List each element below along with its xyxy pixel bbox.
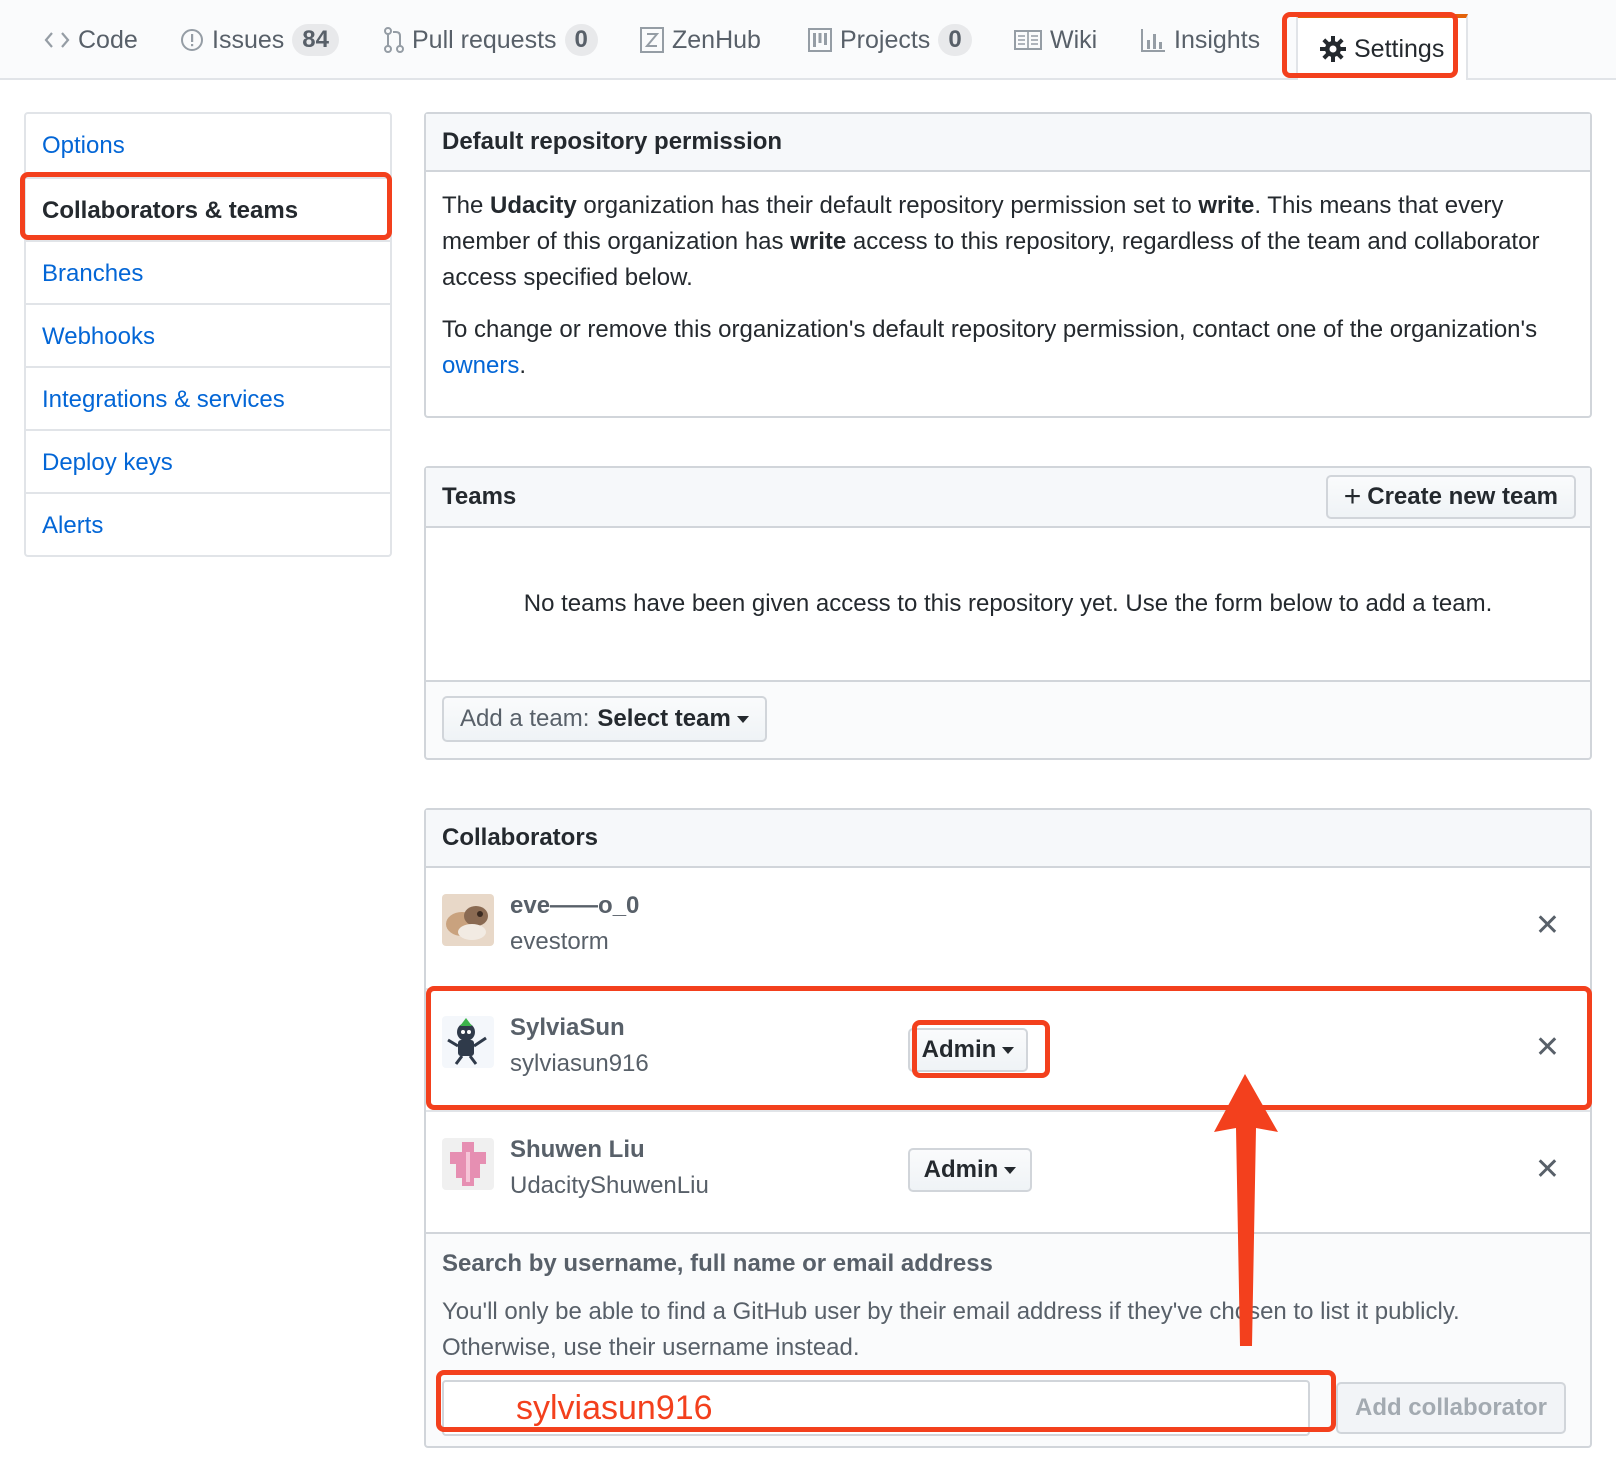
collaborators-box: Collaborators eve——o_0 evestorm ✕ Sylvia… [424, 808, 1592, 1448]
collaborator-login: UdacityShuwenLiu [510, 1172, 709, 1199]
search-help-text: You'll only be able to find a GitHub use… [442, 1298, 1460, 1361]
search-title: Search by username, full name or email a… [442, 1250, 993, 1277]
collaborator-row: SylviaSun sylviasun916 Admin ✕ [426, 990, 1590, 1112]
tab-wiki[interactable]: Wiki [1014, 0, 1097, 80]
zenhub-icon [640, 27, 664, 53]
caret-down-icon [1004, 1166, 1017, 1174]
avatar [442, 894, 494, 946]
contact-owners-paragraph: To change or remove this organization's … [442, 312, 1574, 384]
arrow-up-icon [1214, 1074, 1278, 1346]
tab-label: Projects [840, 25, 931, 54]
sidebar-item-collaborators-teams[interactable]: Collaborators & teams [26, 177, 390, 240]
add-collaborator-form: Search by username, full name or email a… [426, 1234, 1590, 1440]
issue-icon [180, 28, 204, 52]
sidebar-item-alerts[interactable]: Alerts [26, 492, 390, 555]
tab-insights[interactable]: Insights [1140, 0, 1260, 80]
collaborator-name: eve——o_0 [510, 892, 640, 919]
tab-code[interactable]: Code [44, 0, 138, 80]
role-dropdown[interactable]: Admin [908, 1028, 1028, 1072]
collaborator-login: sylviasun916 [510, 1050, 649, 1077]
role-label: Admin [921, 1036, 997, 1063]
plus-icon: + [1343, 480, 1362, 513]
repo-nav: Code Issues 84 Pull requests 0 ZenHub Pr… [0, 0, 1616, 80]
org-name: Udacity [490, 192, 577, 219]
project-icon [808, 28, 832, 52]
sidebar-item-options[interactable]: Options [26, 114, 390, 177]
issues-counter: 84 [292, 24, 339, 56]
default-permission-body: The Udacity organization has their defau… [426, 172, 1590, 400]
tab-pull-requests[interactable]: Pull requests 0 [384, 0, 598, 80]
avatar [442, 1138, 494, 1190]
teams-header: Teams + Create new team [426, 468, 1590, 528]
teams-empty-message: No teams have been given access to this … [426, 528, 1590, 682]
default-permission-box: Default repository permission The Udacit… [424, 112, 1592, 418]
remove-icon[interactable]: ✕ [1535, 1152, 1560, 1187]
role-label: Admin [923, 1156, 999, 1183]
pull-request-icon [384, 26, 404, 54]
select-team-dropdown[interactable]: Add a team: Select team [442, 696, 767, 742]
tab-zenhub[interactable]: ZenHub [640, 0, 761, 80]
text: The [442, 192, 491, 219]
collaborator-name: SylviaSun [510, 1014, 625, 1041]
tab-issues[interactable]: Issues 84 [180, 0, 339, 80]
sidebar-item-integrations-services[interactable]: Integrations & services [26, 366, 390, 429]
tab-projects[interactable]: Projects 0 [808, 0, 972, 80]
pull-requests-counter: 0 [564, 24, 598, 56]
text: To change or remove this organization's … [442, 316, 1538, 343]
text: organization has their default repositor… [576, 192, 1199, 219]
teams-box: Teams + Create new team No teams have be… [424, 466, 1592, 760]
create-new-team-button[interactable]: + Create new team [1325, 475, 1576, 519]
select-team-value: Select team [597, 705, 731, 732]
caret-down-icon [736, 715, 749, 723]
tab-label: Code [78, 25, 138, 54]
tab-label: ZenHub [672, 25, 761, 54]
default-permission-paragraph: The Udacity organization has their defau… [442, 188, 1574, 296]
collaborators-list: eve——o_0 evestorm ✕ SylviaSun sylviasun9… [426, 868, 1590, 1234]
search-row: sylviasun916 Add collaborator [442, 1380, 1574, 1440]
collaborators-title: Collaborators [426, 810, 1590, 868]
sidebar-item-branches[interactable]: Branches [26, 240, 390, 303]
role-dropdown[interactable]: Admin [908, 1148, 1032, 1192]
permission-level: write [1198, 192, 1255, 219]
default-permission-title: Default repository permission [426, 114, 1590, 172]
add-team-form: Add a team: Select team [426, 682, 1590, 756]
remove-icon[interactable]: ✕ [1535, 1030, 1560, 1065]
tab-settings[interactable]: Settings [1296, 14, 1469, 80]
button-label: Create new team [1367, 483, 1558, 510]
add-team-label: Add a team: [460, 705, 590, 732]
collaborator-login: evestorm [510, 928, 609, 955]
sidebar-item-deploy-keys[interactable]: Deploy keys [26, 429, 390, 492]
owners-link[interactable]: owners [442, 352, 519, 379]
teams-title: Teams [442, 483, 517, 510]
add-collaborator-button[interactable]: Add collaborator [1336, 1382, 1566, 1434]
tab-label: Wiki [1050, 25, 1098, 54]
code-icon [44, 30, 70, 50]
collaborator-name: Shuwen Liu [510, 1136, 645, 1163]
remove-icon[interactable]: ✕ [1535, 908, 1560, 943]
search-input[interactable]: sylviasun916 [442, 1380, 1310, 1436]
graph-icon [1140, 28, 1166, 52]
tab-label: Issues [212, 25, 285, 54]
collaborator-row: Shuwen Liu UdacityShuwenLiu Admin ✕ [426, 1112, 1590, 1234]
tab-label: Pull requests [412, 25, 557, 54]
tab-label: Insights [1174, 25, 1261, 54]
avatar [442, 1016, 494, 1068]
text: . [519, 352, 527, 379]
caret-down-icon [1002, 1046, 1015, 1054]
book-icon [1014, 29, 1042, 51]
gear-icon [1320, 36, 1346, 62]
sidebar-item-webhooks[interactable]: Webhooks [26, 303, 390, 366]
collaborator-row: eve——o_0 evestorm ✕ [426, 868, 1590, 990]
settings-sidebar: Options Collaborators & teams Branches W… [24, 112, 392, 557]
permission-level: write [790, 228, 847, 255]
projects-counter: 0 [938, 24, 972, 56]
tab-label: Settings [1354, 34, 1445, 63]
